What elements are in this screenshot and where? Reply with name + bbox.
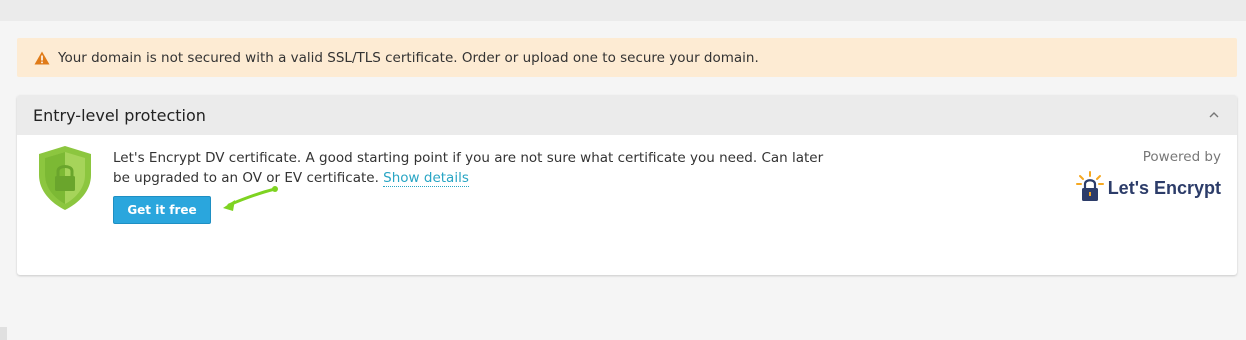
top-strip [0,0,1246,21]
lets-encrypt-icon [1075,171,1104,201]
warning-icon [34,51,50,64]
powered-by-label: Powered by [1142,149,1221,165]
get-it-free-button[interactable]: Get it free [113,196,211,224]
annotation-arrow-icon [223,186,278,211]
certificate-description: Let's Encrypt DV certificate. A good sta… [113,148,833,188]
lets-encrypt-logo: Let's Encrypt [1075,171,1221,203]
entry-level-panel: Entry-level protection Let's Encrypt DV … [17,95,1237,275]
panel-body: Let's Encrypt DV certificate. A good sta… [17,135,1237,275]
show-details-link[interactable]: Show details [383,170,469,187]
panel-header[interactable]: Entry-level protection [17,95,1237,135]
ssl-warning-alert: Your domain is not secured with a valid … [17,38,1237,77]
shield-lock-icon [39,146,91,210]
lets-encrypt-wordmark: Let's Encrypt [1107,178,1221,198]
panel-title: Entry-level protection [33,105,206,125]
corner-mark [0,327,7,340]
alert-text: Your domain is not secured with a valid … [58,49,759,66]
chevron-up-icon[interactable] [1207,110,1221,120]
